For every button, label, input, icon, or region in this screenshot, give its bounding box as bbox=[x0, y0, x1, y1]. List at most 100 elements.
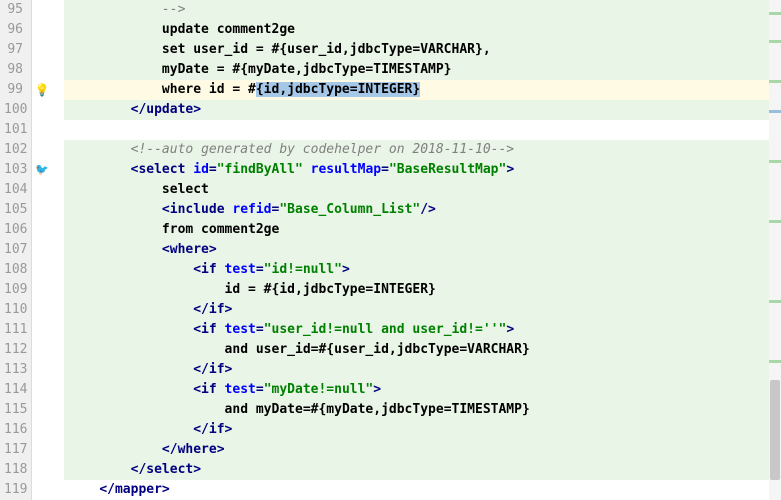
line-number: 95 bbox=[4, 0, 23, 20]
code-line[interactable]: </select> bbox=[64, 460, 781, 480]
code-line[interactable]: </if> bbox=[64, 420, 781, 440]
line-number: 118 bbox=[4, 460, 23, 480]
code-token: id bbox=[193, 162, 209, 177]
code-token: <if bbox=[193, 262, 224, 277]
scrollbar-mark bbox=[769, 40, 781, 43]
code-line[interactable]: <include refid="Base_Column_List"/> bbox=[64, 200, 781, 220]
code-token: = bbox=[381, 162, 389, 177]
line-number: 114 bbox=[4, 380, 23, 400]
vertical-scrollbar[interactable] bbox=[769, 0, 781, 500]
code-token: = bbox=[256, 322, 264, 337]
scrollbar-mark bbox=[769, 220, 781, 223]
line-number: 105 bbox=[4, 200, 23, 220]
line-number: 117 bbox=[4, 440, 23, 460]
line-number: 110 bbox=[4, 300, 23, 320]
line-number: 100 bbox=[4, 100, 23, 120]
code-line[interactable]: where id = #{id,jdbcType=INTEGER} bbox=[64, 80, 781, 100]
code-token: </if> bbox=[193, 362, 232, 377]
code-token: "id!=null" bbox=[264, 262, 342, 277]
line-number: 102 bbox=[4, 140, 23, 160]
code-token: "Base_Column_List" bbox=[279, 202, 420, 217]
line-number: 96 bbox=[4, 20, 23, 40]
code-line[interactable]: select bbox=[64, 180, 781, 200]
code-line[interactable]: <if test="id!=null"> bbox=[64, 260, 781, 280]
code-line[interactable]: </if> bbox=[64, 360, 781, 380]
code-token: from comment2ge bbox=[162, 222, 279, 237]
code-line[interactable]: </mapper> bbox=[64, 480, 781, 500]
code-line[interactable]: </if> bbox=[64, 300, 781, 320]
fold-column bbox=[52, 0, 64, 500]
code-token: <select bbox=[131, 162, 194, 177]
code-line[interactable]: </update> bbox=[64, 100, 781, 120]
code-token: and user_id=#{user_id,jdbcType=VARCHAR} bbox=[225, 342, 530, 357]
code-token: </where> bbox=[162, 442, 225, 457]
code-line[interactable]: <if test="myDate!=null"> bbox=[64, 380, 781, 400]
code-token: <if bbox=[193, 382, 224, 397]
code-token: "user_id!=null and user_id!=''" bbox=[264, 322, 507, 337]
code-token: </update> bbox=[131, 102, 201, 117]
code-token: test bbox=[225, 262, 256, 277]
code-token: <where> bbox=[162, 242, 217, 257]
gutter-icon-column: 💡🐦 bbox=[32, 0, 52, 500]
code-area[interactable]: --> update comment2ge set user_id = #{us… bbox=[64, 0, 781, 500]
code-line[interactable]: from comment2ge bbox=[64, 220, 781, 240]
code-token: </if> bbox=[193, 422, 232, 437]
line-number-gutter: 9596979899100101102103104105106107108109… bbox=[0, 0, 32, 500]
line-number: 106 bbox=[4, 220, 23, 240]
code-line[interactable]: set user_id = #{user_id,jdbcType=VARCHAR… bbox=[64, 40, 781, 60]
code-token: select bbox=[162, 182, 209, 197]
code-line[interactable]: and myDate=#{myDate,jdbcType=TIMESTAMP} bbox=[64, 400, 781, 420]
scrollbar-mark bbox=[769, 80, 781, 83]
line-number: 104 bbox=[4, 180, 23, 200]
line-number: 99 bbox=[4, 80, 23, 100]
code-token: resultMap bbox=[311, 162, 381, 177]
code-token: "myDate!=null" bbox=[264, 382, 374, 397]
code-token: myDate = #{myDate,jdbcType=TIMESTAMP} bbox=[162, 62, 452, 77]
code-token: "BaseResultMap" bbox=[389, 162, 506, 177]
scrollbar-thumb[interactable] bbox=[770, 380, 780, 480]
code-token: </mapper> bbox=[99, 482, 169, 497]
code-token: > bbox=[506, 322, 514, 337]
code-token: <!--auto generated by codehelper on 2018… bbox=[131, 142, 515, 157]
code-line[interactable]: id = #{id,jdbcType=INTEGER} bbox=[64, 280, 781, 300]
code-token: test bbox=[225, 382, 256, 397]
lightbulb-icon[interactable]: 💡 bbox=[32, 80, 52, 100]
code-token: > bbox=[373, 382, 381, 397]
code-token: = bbox=[256, 262, 264, 277]
code-token: refid bbox=[232, 202, 271, 217]
line-number: 119 bbox=[4, 480, 23, 500]
line-number: 103 bbox=[4, 160, 23, 180]
code-line[interactable]: update comment2ge bbox=[64, 20, 781, 40]
scrollbar-mark bbox=[769, 160, 781, 163]
code-token: set user_id = #{user_id,jdbcType=VARCHAR… bbox=[162, 42, 491, 57]
line-number: 116 bbox=[4, 420, 23, 440]
code-line[interactable]: and user_id=#{user_id,jdbcType=VARCHAR} bbox=[64, 340, 781, 360]
code-line[interactable]: <select id="findByAll" resultMap="BaseRe… bbox=[64, 160, 781, 180]
line-number: 111 bbox=[4, 320, 23, 340]
code-line[interactable]: --> bbox=[64, 0, 781, 20]
code-token: </if> bbox=[193, 302, 232, 317]
code-token: = bbox=[256, 382, 264, 397]
line-number: 97 bbox=[4, 40, 23, 60]
code-token: </select> bbox=[131, 462, 201, 477]
line-number: 115 bbox=[4, 400, 23, 420]
scrollbar-mark bbox=[769, 300, 781, 303]
code-line[interactable]: myDate = #{myDate,jdbcType=TIMESTAMP} bbox=[64, 60, 781, 80]
code-token: <if bbox=[193, 322, 224, 337]
code-line[interactable]: </where> bbox=[64, 440, 781, 460]
code-line[interactable]: <where> bbox=[64, 240, 781, 260]
scrollbar-mark bbox=[769, 110, 781, 113]
line-number: 107 bbox=[4, 240, 23, 260]
code-token: --> bbox=[162, 2, 185, 17]
code-token: = bbox=[209, 162, 217, 177]
code-line[interactable]: <!--auto generated by codehelper on 2018… bbox=[64, 140, 781, 160]
code-token: test bbox=[225, 322, 256, 337]
code-token: {id,jdbcType=INTEGER} bbox=[256, 82, 420, 97]
mybatis-bird-icon[interactable]: 🐦 bbox=[32, 160, 52, 180]
code-token: > bbox=[506, 162, 514, 177]
code-line[interactable] bbox=[64, 120, 781, 140]
code-line[interactable]: <if test="user_id!=null and user_id!=''"… bbox=[64, 320, 781, 340]
scrollbar-mark bbox=[769, 360, 781, 363]
line-number: 109 bbox=[4, 280, 23, 300]
line-number: 101 bbox=[4, 120, 23, 140]
